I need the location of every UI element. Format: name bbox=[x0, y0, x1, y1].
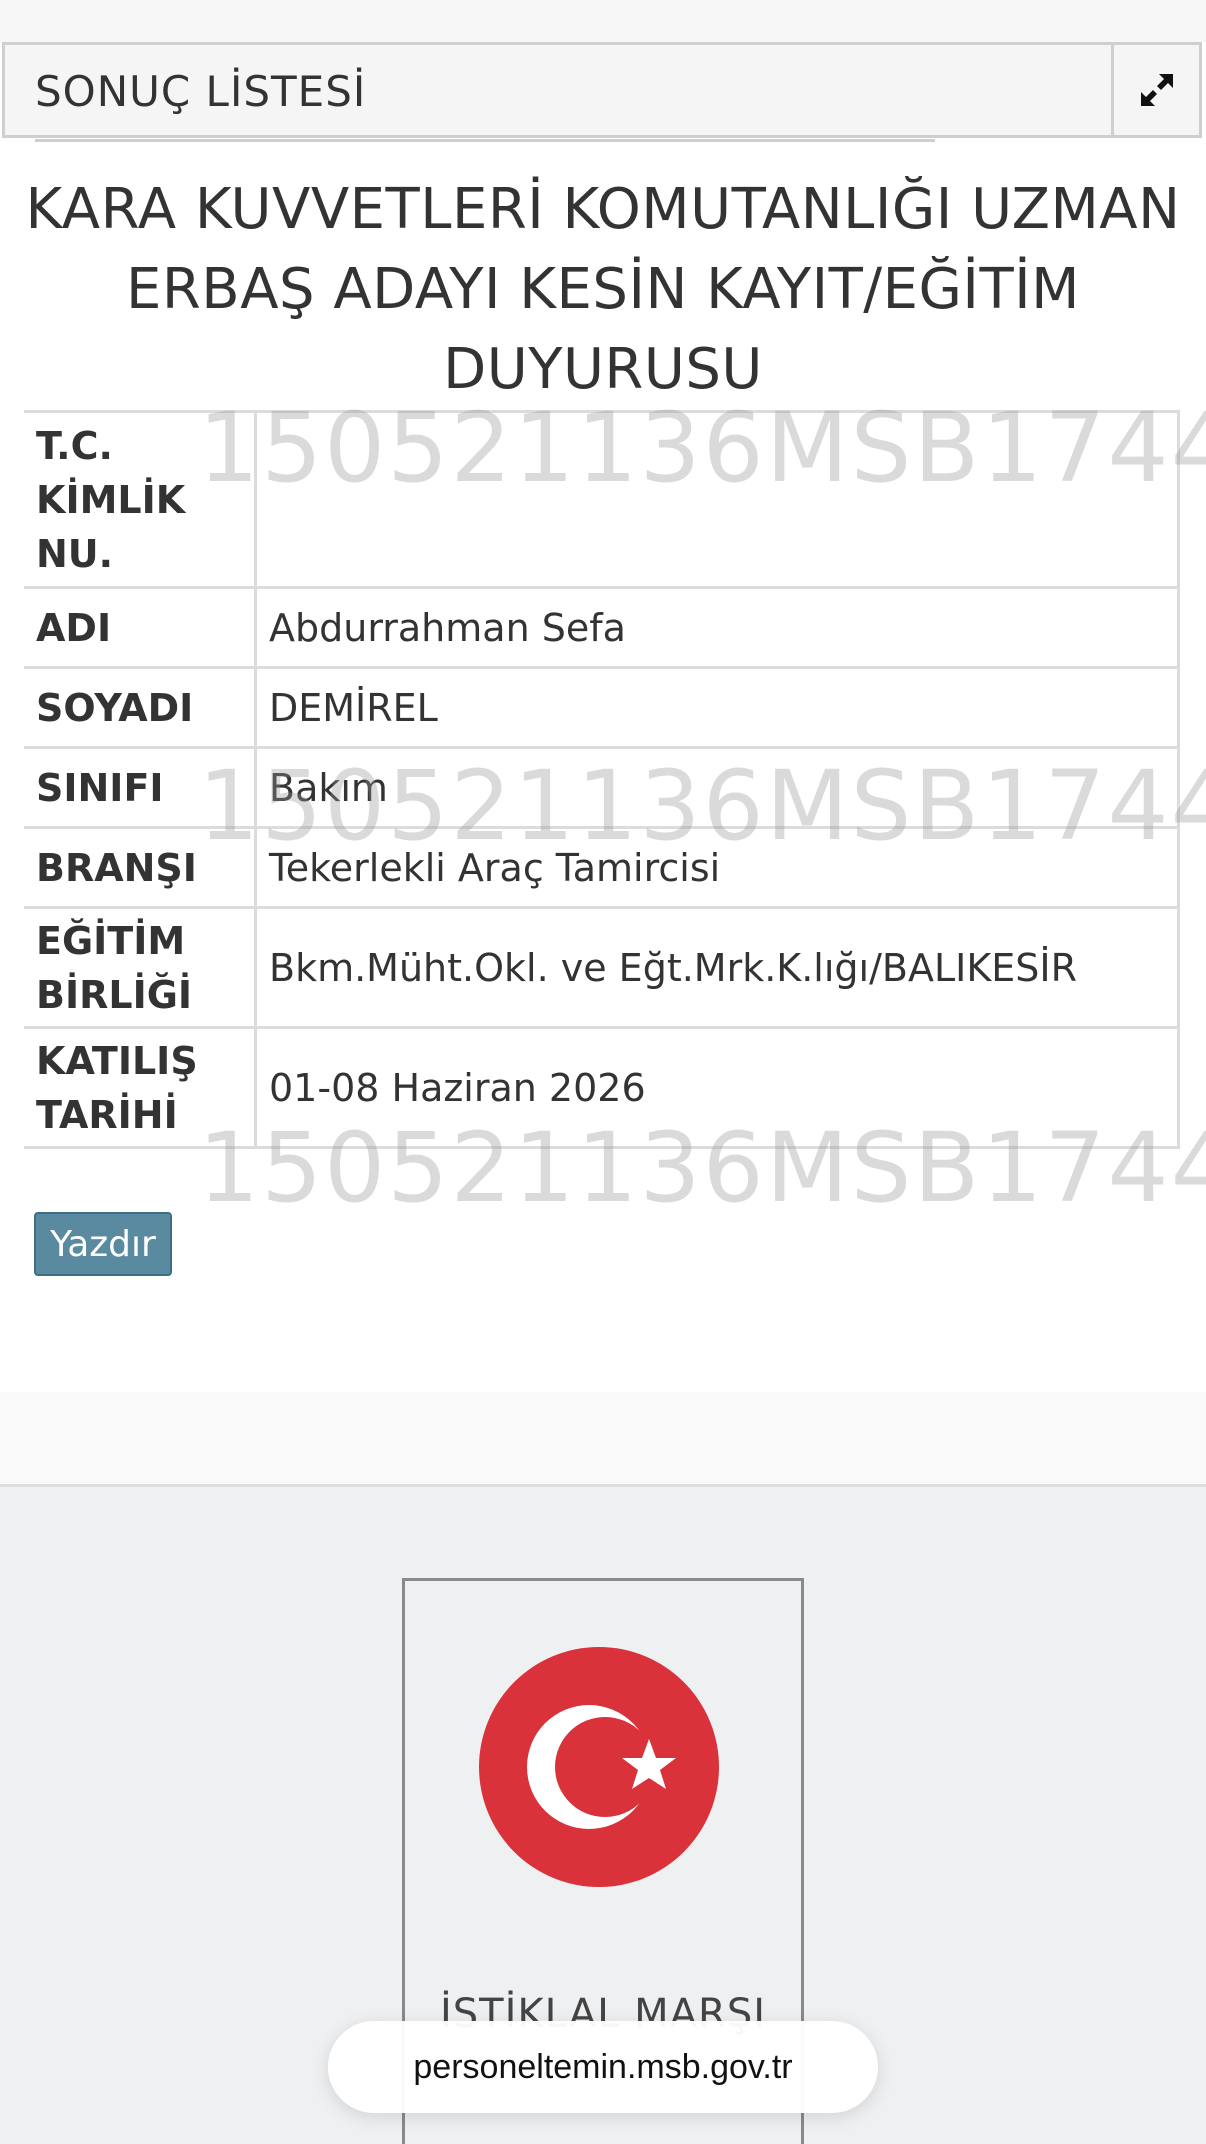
table-row: BRANŞI Tekerlekli Araç Tamircisi bbox=[24, 826, 1180, 909]
row-label-tc: T.C. KİMLİK NU. bbox=[24, 410, 257, 589]
row-label-egitim-birligi: EĞİTİM BİRLİĞİ bbox=[24, 906, 257, 1029]
table-row: KATILIŞ TARİHİ 01-08 Haziran 2026 bbox=[24, 1026, 1180, 1149]
page: SONUÇ LİSTESİ KARA KUVVETLERİ KOMUTANLIĞ… bbox=[0, 0, 1206, 2144]
row-label-katilis-tarihi: KATILIŞ TARİHİ bbox=[24, 1026, 257, 1149]
announcement-line-2: ERBAŞ ADAYI KESİN KAYIT/EĞİTİM bbox=[126, 257, 1080, 322]
browser-url-bar[interactable]: personeltemin.msb.gov.tr bbox=[328, 2021, 878, 2113]
table-row: ADI Abdurrahman Sefa bbox=[24, 586, 1180, 669]
print-button[interactable]: Yazdır bbox=[34, 1212, 172, 1276]
announcement-line-3: DUYURUSU bbox=[443, 337, 763, 402]
row-value-soyadi: DEMİREL bbox=[255, 666, 1180, 749]
table-row: SOYADI DEMİREL bbox=[24, 666, 1180, 749]
panel-heading: SONUÇ LİSTESİ bbox=[2, 42, 1202, 142]
announcement-line-1: KARA KUVVETLERİ KOMUTANLIĞI UZMAN bbox=[25, 177, 1181, 242]
table-row: EĞİTİM BİRLİĞİ Bkm.Müht.Okl. ve Eğt.Mrk.… bbox=[24, 906, 1180, 1029]
turkish-flag-icon bbox=[479, 1647, 719, 1887]
row-label-soyadi: SOYADI bbox=[24, 666, 257, 749]
row-value-bransi: Tekerlekli Araç Tamircisi bbox=[255, 826, 1180, 909]
row-value-tc bbox=[255, 410, 1180, 589]
row-value-sinifi: Bakım bbox=[255, 746, 1180, 829]
row-value-adi: Abdurrahman Sefa bbox=[255, 586, 1180, 669]
panel-title: SONUÇ LİSTESİ bbox=[35, 67, 367, 116]
announcement-title: KARA KUVVETLERİ KOMUTANLIĞI UZMAN ERBAŞ … bbox=[20, 170, 1186, 410]
expand-icon bbox=[1140, 74, 1173, 106]
row-label-sinifi: SINIFI bbox=[24, 746, 257, 829]
table-row: T.C. KİMLİK NU. bbox=[24, 410, 1180, 589]
row-label-adi: ADI bbox=[24, 586, 257, 669]
expand-button[interactable] bbox=[1111, 45, 1199, 135]
panel-title-underline bbox=[35, 139, 935, 142]
row-value-egitim-birligi: Bkm.Müht.Okl. ve Eğt.Mrk.K.lığı/BALIKESİ… bbox=[255, 906, 1180, 1029]
row-label-bransi: BRANŞI bbox=[24, 826, 257, 909]
result-table: T.C. KİMLİK NU. ADI Abdurrahman Sefa SOY… bbox=[24, 410, 1180, 1149]
result-panel: SONUÇ LİSTESİ KARA KUVVETLERİ KOMUTANLIĞ… bbox=[0, 42, 1206, 1392]
row-value-katilis-tarihi: 01-08 Haziran 2026 bbox=[255, 1026, 1180, 1149]
table-row: SINIFI Bakım bbox=[24, 746, 1180, 829]
footer-band bbox=[0, 1392, 1206, 1487]
